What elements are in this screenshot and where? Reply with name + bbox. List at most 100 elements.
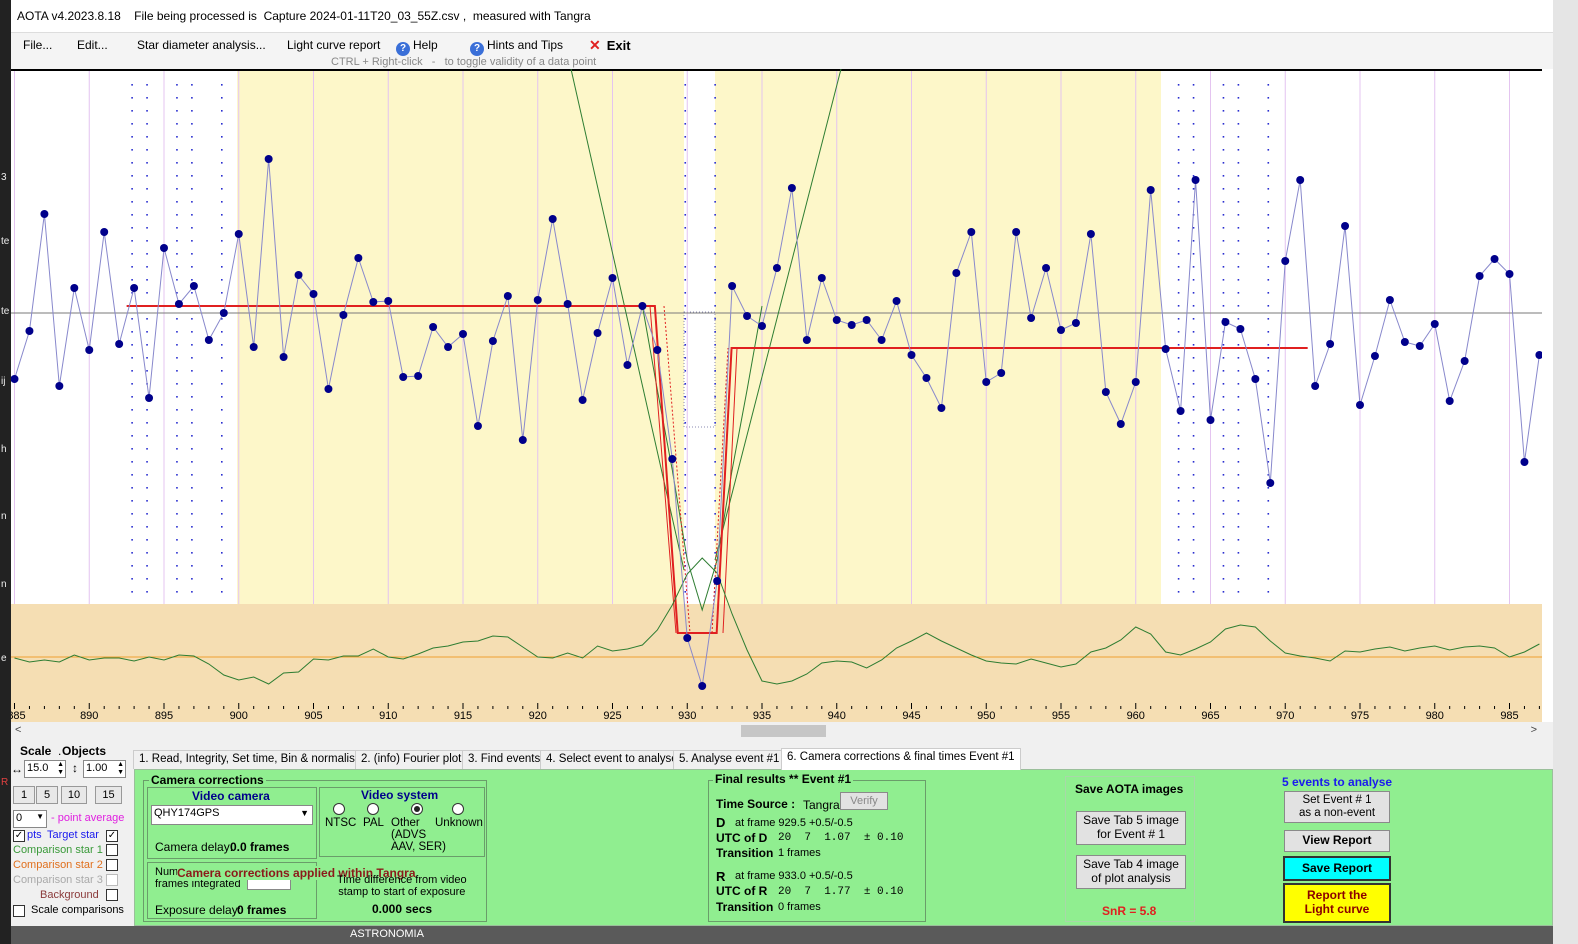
scale-y-value: 1.00: [86, 762, 108, 774]
target-star-checkbox[interactable]: ✓: [106, 830, 118, 842]
x-tick-label: 900: [230, 710, 248, 722]
scale-comparisons-checkbox[interactable]: [13, 905, 25, 917]
menu-help[interactable]: ? Help: [396, 38, 438, 56]
point-average-select[interactable]: 0 ▼: [13, 810, 47, 828]
save-tab5-image-button[interactable]: Save Tab 5 image for Event # 1: [1076, 811, 1186, 845]
menu-hints-label: Hints and Tips: [487, 38, 564, 52]
menu-hints[interactable]: ? Hints and Tips: [470, 38, 563, 56]
data-point: [384, 297, 393, 305]
time-difference-value: 0.000 secs: [372, 902, 433, 916]
tab-camera-corrections[interactable]: 6. Camera corrections & final times Even…: [781, 748, 1021, 770]
save-report-button[interactable]: Save Report: [1283, 856, 1391, 881]
spinner-arrows-icon[interactable]: ▲ ▼: [117, 761, 124, 777]
tab-read[interactable]: 1. Read, Integrity, Set time, Bin & norm…: [133, 750, 368, 769]
camera-delay-value: 0.0 frames: [230, 840, 290, 854]
data-point: [728, 282, 737, 290]
menu-star-diameter[interactable]: Star diameter analysis...: [137, 38, 266, 52]
object-label-comp1: Comparison star 1: [13, 844, 103, 856]
camera-corrections-title: Camera corrections: [149, 773, 266, 787]
save-images-group: [1065, 776, 1195, 922]
data-point: [1520, 458, 1529, 466]
d-label: D: [716, 815, 726, 830]
radio-other[interactable]: [411, 803, 423, 815]
edge-label: n: [1, 579, 7, 590]
data-point: [952, 269, 961, 277]
data-point: [1251, 375, 1260, 383]
menu-light-curve-report[interactable]: Light curve report: [287, 38, 380, 52]
data-point: [787, 184, 796, 192]
camera-delay-label: Camera delay:: [155, 840, 234, 854]
data-point: [1057, 326, 1065, 334]
set-non-event-button[interactable]: Set Event # 1 as a non-event: [1284, 791, 1390, 823]
menu-exit[interactable]: ✕ Exit: [589, 37, 631, 54]
background-checkbox[interactable]: [106, 889, 118, 901]
horizontal-scrollbar[interactable]: < >: [11, 722, 1553, 740]
object-label-background: Background: [40, 889, 99, 901]
data-point: [713, 577, 722, 585]
data-point: [533, 296, 542, 304]
scale-y-spinner[interactable]: 1.00 ▲ ▼: [83, 760, 126, 778]
data-point: [1012, 228, 1021, 236]
data-point: [1281, 257, 1290, 265]
camera-select[interactable]: QHY174GPS ▼: [151, 805, 313, 825]
data-point: [1445, 397, 1454, 405]
background-band: [11, 604, 1542, 722]
data-point: [40, 210, 49, 218]
data-point: [459, 330, 467, 338]
data-point: [1475, 272, 1484, 280]
data-point: [100, 228, 109, 236]
data-point: [115, 340, 124, 348]
edge-label: te: [1, 236, 10, 247]
report-light-curve-button[interactable]: Report the Light curve: [1283, 883, 1391, 923]
light-curve-plot[interactable]: 885 890 895 900 905 910 915 920 925 930 935 940 945 9…: [11, 69, 1542, 722]
comp2-checkbox[interactable]: [106, 859, 118, 871]
comp1-checkbox[interactable]: [106, 844, 118, 856]
data-point: [444, 343, 453, 351]
data-point: [997, 369, 1006, 377]
data-point: [488, 337, 497, 345]
menu-exit-label: Exit: [606, 38, 631, 53]
scroll-thumb[interactable]: [741, 725, 826, 737]
data-point: [1206, 416, 1215, 424]
tab-select-event[interactable]: 4. Select event to analyse: [540, 750, 684, 769]
spinner-arrows-icon[interactable]: ▲ ▼: [57, 761, 64, 777]
data-point: [877, 336, 886, 344]
time-difference-label: Time difference from video stamp to star…: [337, 874, 467, 898]
zoom-5-button[interactable]: 5: [36, 786, 58, 804]
menu-file[interactable]: File...: [23, 38, 52, 52]
zoom-1-button[interactable]: 1: [13, 786, 35, 804]
data-point: [623, 361, 632, 369]
zoom-15-button[interactable]: 15: [95, 786, 122, 804]
scroll-right-icon[interactable]: >: [1531, 724, 1537, 736]
data-point: [219, 309, 228, 317]
radio-unknown[interactable]: [452, 803, 464, 815]
tab-fourier[interactable]: 2. (info) Fourier plot: [355, 750, 468, 769]
menu-edit[interactable]: Edit...: [77, 38, 108, 52]
radio-pal[interactable]: [367, 803, 379, 815]
aota-window: 3 te te ij h n n e R AOTA v4.2023.8.18 F…: [0, 0, 1578, 944]
radio-ntsc[interactable]: [333, 803, 345, 815]
data-point: [1266, 479, 1275, 487]
chevron-down-icon: ▼: [300, 808, 309, 818]
data-point: [578, 396, 587, 404]
edge-label: e: [1, 653, 7, 664]
view-report-button[interactable]: View Report: [1284, 830, 1390, 852]
data-point: [698, 682, 707, 690]
window-title: AOTA v4.2023.8.18 File being processed i…: [17, 9, 591, 23]
edge-label: h: [1, 444, 7, 455]
camera-corrections-panel: Camera corrections Video camera QHY174GP…: [134, 769, 1553, 926]
tab-analyse-event[interactable]: 5. Analyse event #1: [673, 750, 786, 769]
zoom-10-button[interactable]: 10: [61, 786, 87, 804]
data-point: [743, 312, 752, 320]
x-tick-label: 885: [11, 710, 26, 722]
scroll-left-icon[interactable]: <: [15, 724, 21, 736]
scale-x-spinner[interactable]: 15.0 ▲ ▼: [24, 760, 66, 778]
pts-checkbox[interactable]: ✓: [13, 830, 25, 842]
save-tab4-image-button[interactable]: Save Tab 4 image of plot analysis: [1076, 855, 1186, 889]
verify-button[interactable]: Verify: [840, 792, 888, 810]
data-point: [1400, 338, 1409, 346]
tab-find-events[interactable]: 3. Find events: [462, 750, 547, 769]
comp3-checkbox[interactable]: [106, 874, 118, 886]
data-point: [339, 311, 348, 319]
data-point: [548, 215, 557, 223]
